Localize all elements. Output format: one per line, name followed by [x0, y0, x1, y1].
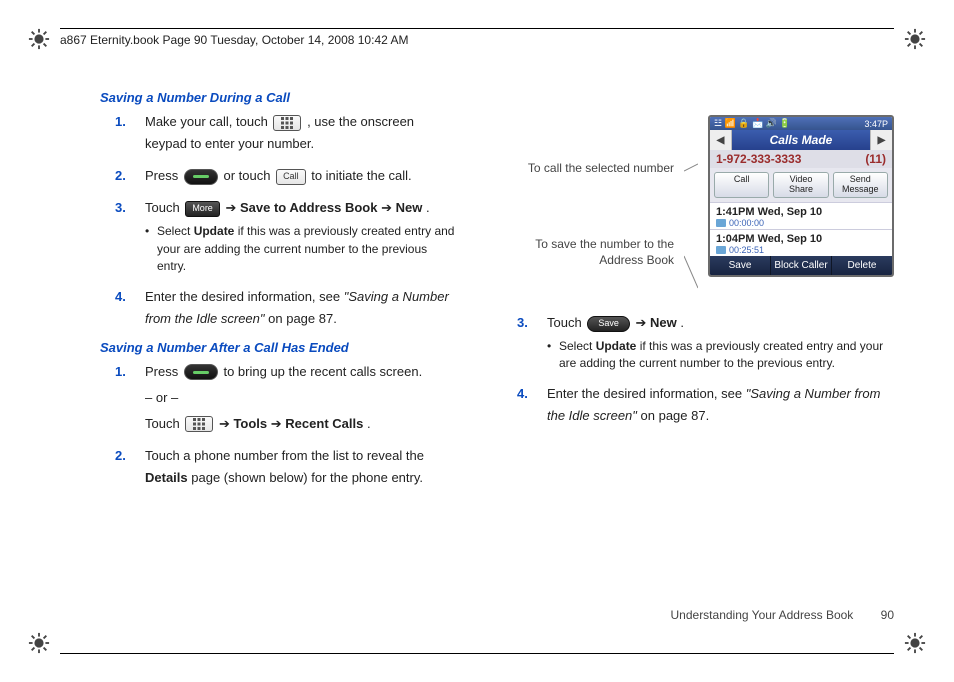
step-text: Enter the desired information, see: [145, 289, 344, 304]
softkey-delete: Delete: [832, 256, 892, 275]
phone-screenshot: ☳ 📶 🔒 📩 🔊 🔋 3:47P ◀ Calls Made ▶ 1-972-3…: [708, 115, 894, 277]
softkey-save: Save: [710, 256, 771, 275]
step-text: .: [426, 200, 430, 215]
heading-saving-after-call: Saving a Number After a Call Has Ended: [100, 340, 457, 355]
ornament-icon: [904, 632, 926, 654]
running-head-text: a867 Eternity.book Page 90 Tuesday, Octo…: [60, 33, 408, 47]
step-text: .: [367, 416, 371, 431]
step-text: .: [680, 315, 684, 330]
step-text: ➔: [219, 416, 234, 431]
step-text: Touch: [145, 416, 183, 431]
send-key-icon: [184, 364, 218, 380]
phone-call-button: Call: [714, 172, 769, 198]
step-number: 3.: [115, 197, 126, 219]
phone-number: 1-972-333-3333: [716, 152, 801, 166]
more-button-icon: More: [185, 201, 220, 217]
entry-duration: 00:25:51: [729, 245, 764, 255]
next-tab-arrow-icon: ▶: [870, 130, 892, 150]
step-text: Make your call, touch: [145, 114, 271, 129]
entry-time: 1:04PM Wed, Sep 10: [716, 233, 886, 245]
step-1: 1. Press to bring up the recent calls sc…: [115, 361, 457, 435]
step-number: 4.: [517, 383, 528, 405]
call-button-icon: Call: [276, 169, 306, 185]
menu-grid-icon: [185, 416, 213, 432]
sub-bold: Update: [596, 339, 637, 353]
step-text: to bring up the recent calls screen.: [223, 364, 422, 379]
step-text: Touch a phone number from the list to re…: [145, 448, 424, 463]
callout-save-number: To save the number to the Address Book: [519, 236, 674, 268]
step-number: 2.: [115, 445, 126, 467]
sub-text: Select: [559, 339, 596, 353]
ornament-icon: [904, 28, 926, 50]
step-number: 4.: [115, 286, 126, 308]
footer-section-title: Understanding Your Address Book: [671, 608, 854, 622]
sub-bold: Update: [194, 224, 235, 238]
phone-video-share-button: Video Share: [773, 172, 828, 198]
page-footer: Understanding Your Address Book 90: [671, 608, 895, 622]
sub-step: Select Update if this was a previously c…: [145, 223, 457, 275]
step-number: 1.: [115, 111, 126, 133]
step-text: or touch: [223, 168, 274, 183]
call-log-entry: 1:41PM Wed, Sep 10 00:00:00: [710, 202, 892, 229]
step-bold: Save to Address Book: [240, 200, 378, 215]
tab-title: Calls Made: [732, 130, 870, 150]
step-bold: New: [396, 200, 423, 215]
step-number: 2.: [115, 165, 126, 187]
softkey-block: Block Caller: [771, 256, 832, 275]
ornament-icon: [28, 28, 50, 50]
phone-send-message-button: Send Message: [833, 172, 888, 198]
step-text: on page 87.: [268, 311, 337, 326]
entry-time: 1:41PM Wed, Sep 10: [716, 206, 886, 218]
page-number: 90: [881, 608, 894, 622]
call-log-entry: 1:04PM Wed, Sep 10 00:25:51: [710, 229, 892, 256]
outgoing-call-icon: [716, 246, 726, 254]
dial-keypad-icon: [273, 115, 301, 131]
prev-tab-arrow-icon: ◀: [710, 130, 732, 150]
step-text: ➔: [635, 315, 650, 330]
step-number: 1.: [115, 361, 126, 383]
sub-step: Select Update if this was a previously c…: [547, 338, 894, 373]
bottom-rule: [60, 653, 894, 654]
outgoing-call-icon: [716, 219, 726, 227]
or-separator: – or –: [145, 387, 457, 409]
figure-calls-made: To call the selected number To save the …: [497, 96, 894, 296]
step-1: 1. Make your call, touch , use the onscr…: [115, 111, 457, 155]
callout-call-number: To call the selected number: [519, 160, 674, 176]
step-text: Press: [145, 168, 182, 183]
step-text: Touch: [547, 315, 585, 330]
step-3: 3. Touch Save ➔ New . Select Update if t…: [517, 312, 894, 373]
status-icons: ☳ 📶 🔒 📩 🔊 🔋: [714, 118, 791, 129]
step-text: page (shown below) for the phone entry.: [191, 470, 423, 485]
step-text: Press: [145, 364, 182, 379]
call-count: (11): [865, 152, 886, 166]
send-key-icon: [184, 169, 218, 185]
sub-text: Select: [157, 224, 194, 238]
entry-duration: 00:00:00: [729, 218, 764, 228]
step-text: to initiate the call.: [311, 168, 411, 183]
status-time: 3:47P: [864, 119, 888, 129]
running-head: a867 Eternity.book Page 90 Tuesday, Octo…: [60, 28, 894, 47]
ornament-icon: [28, 632, 50, 654]
step-bold: Tools: [233, 416, 267, 431]
step-2: 2. Touch a phone number from the list to…: [115, 445, 457, 489]
step-4: 4. Enter the desired information, see "S…: [517, 383, 894, 427]
step-3: 3. Touch More ➔ Save to Address Book ➔ N…: [115, 197, 457, 275]
save-button-icon: Save: [587, 316, 630, 332]
step-text: Enter the desired information, see: [547, 386, 746, 401]
step-2: 2. Press or touch Call to initiate the c…: [115, 165, 457, 187]
step-bold: New: [650, 315, 677, 330]
step-4: 4. Enter the desired information, see "S…: [115, 286, 457, 330]
step-number: 3.: [517, 312, 528, 334]
step-bold: Recent Calls: [285, 416, 363, 431]
leader-lines-icon: [684, 96, 698, 296]
step-text: Touch: [145, 200, 183, 215]
step-text: ➔: [225, 200, 240, 215]
heading-saving-during-call: Saving a Number During a Call: [100, 90, 457, 105]
step-text: on page 87.: [641, 408, 710, 423]
step-bold: Details: [145, 470, 188, 485]
step-text: ➔: [381, 200, 396, 215]
step-text: ➔: [271, 416, 286, 431]
